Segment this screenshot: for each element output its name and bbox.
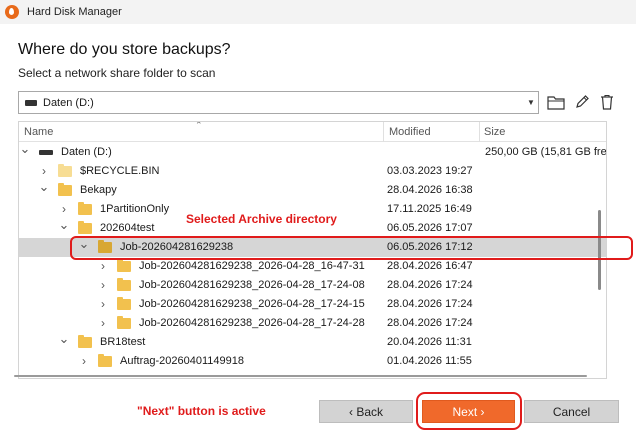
table-row[interactable]: › Job-202604281629238_2026-04-28_17-24-28… — [19, 314, 606, 333]
annotation-highlight-selected-row — [70, 236, 633, 260]
folder-icon — [78, 335, 92, 348]
pencil-icon — [576, 95, 589, 108]
folder-icon — [58, 164, 72, 177]
folder-icon — [78, 221, 92, 234]
annotation-selected-directory: Selected Archive directory — [186, 212, 337, 226]
row-modified: 17.11.2025 16:49 — [387, 203, 472, 215]
cancel-button[interactable]: Cancel — [524, 400, 619, 423]
folder-icon — [98, 354, 112, 367]
location-select[interactable]: Daten (D:) ▼ — [18, 91, 539, 114]
folder-icon — [117, 259, 131, 272]
page-title: Where do you store backups? — [18, 41, 231, 58]
column-divider[interactable] — [383, 122, 384, 142]
sort-ascending-icon[interactable]: ⌃ — [195, 122, 203, 131]
column-header-size[interactable]: Size — [484, 122, 505, 142]
table-row[interactable]: › Job-202604281629238_2026-04-28_17-24-08… — [19, 276, 606, 295]
chevron-down-icon: ▼ — [527, 98, 535, 107]
row-name: 1PartitionOnly — [100, 203, 170, 215]
row-modified: 03.03.2023 19:27 — [387, 165, 473, 177]
table-row[interactable]: › Auftrag-20260401149918 01.04.2026 11:55 — [19, 352, 606, 371]
folder-icon — [58, 183, 72, 196]
row-modified: 01.04.2026 11:55 — [387, 355, 472, 367]
row-name: Job-202604281629238_2026-04-28_17-24-08 — [139, 279, 365, 291]
column-header-name[interactable]: Name — [24, 122, 53, 142]
row-size: 250,00 GB (15,81 GB fre — [485, 146, 607, 158]
rename-button[interactable] — [572, 92, 592, 112]
location-select-value: Daten (D:) — [43, 96, 94, 109]
column-header-modified[interactable]: Modified — [389, 122, 431, 142]
row-modified: 28.04.2026 16:38 — [387, 184, 473, 196]
chevron-right-icon[interactable]: › — [78, 352, 90, 371]
new-folder-button[interactable] — [546, 92, 566, 112]
row-name: Job-202604281629238_2026-04-28_17-24-15 — [139, 298, 365, 310]
row-modified: 20.04.2026 11:31 — [387, 336, 472, 348]
table-header: ⌃ Name Modified Size — [19, 122, 606, 142]
row-name: Bekapy — [80, 184, 117, 196]
chevron-down-icon[interactable]: ⌄ — [58, 218, 70, 238]
chevron-down-icon[interactable]: ⌄ — [58, 332, 70, 352]
window-title: Hard Disk Manager — [27, 6, 122, 18]
chevron-down-icon[interactable]: ⌄ — [38, 180, 50, 200]
row-name: BR18test — [100, 336, 146, 348]
row-name: Job-202604281629238_2026-04-28_17-24-28 — [139, 317, 365, 329]
drive-icon — [39, 147, 53, 158]
drive-icon — [25, 99, 37, 106]
column-divider[interactable] — [479, 122, 480, 142]
row-modified: 28.04.2026 17:24 — [387, 298, 473, 310]
row-modified: 28.04.2026 17:24 — [387, 317, 473, 329]
chevron-right-icon[interactable]: › — [97, 295, 109, 314]
paragon-icon — [5, 5, 19, 19]
trash-icon — [601, 94, 613, 110]
chevron-right-icon[interactable]: › — [97, 276, 109, 295]
folder-icon — [78, 202, 92, 215]
table-row[interactable]: ⌄ Daten (D:) 250,00 GB (15,81 GB fre — [19, 142, 607, 162]
delete-button[interactable] — [597, 92, 617, 112]
folder-icon — [117, 316, 131, 329]
chevron-right-icon[interactable]: › — [97, 314, 109, 333]
table-row[interactable]: ⌄ BR18test 20.04.2026 11:31 — [19, 332, 606, 352]
row-modified: 28.04.2026 17:24 — [387, 279, 473, 291]
table-row[interactable]: ⌄ Bekapy 28.04.2026 16:38 — [19, 180, 606, 200]
folder-icon — [117, 278, 131, 291]
table-row[interactable]: › Job-202604281629238_2026-04-28_17-24-15… — [19, 295, 606, 314]
chevron-down-icon[interactable]: ⌄ — [19, 142, 31, 162]
title-bar: Hard Disk Manager — [0, 0, 636, 24]
row-name: $RECYCLE.BIN — [80, 165, 160, 177]
annotation-next-active: "Next" button is active — [137, 404, 266, 418]
back-button[interactable]: ‹ Back — [319, 400, 413, 423]
row-name: Auftrag-20260401149918 — [120, 355, 244, 367]
horizontal-scrollbar[interactable] — [14, 375, 587, 377]
page-subtitle: Select a network share folder to scan — [18, 66, 216, 80]
folder-icon — [117, 297, 131, 310]
table-row[interactable]: › $RECYCLE.BIN 03.03.2023 19:27 — [19, 162, 606, 181]
folder-icon — [547, 96, 565, 110]
next-button[interactable]: Next › — [422, 400, 515, 423]
row-name: Daten (D:) — [61, 146, 112, 158]
